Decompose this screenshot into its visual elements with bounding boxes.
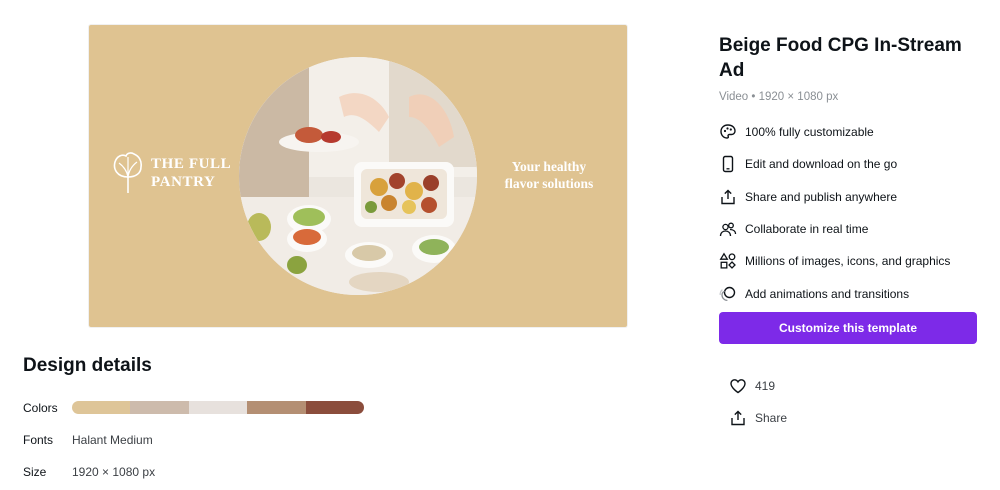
shapes-icon <box>719 252 737 270</box>
people-icon <box>719 220 737 238</box>
heart-icon <box>730 379 746 394</box>
food-photo <box>239 57 477 295</box>
share-button[interactable]: Share <box>729 409 787 427</box>
preview-logo-text: THE FULL PANTRY <box>151 156 231 190</box>
feature-item: Millions of images, icons, and graphics <box>719 245 989 277</box>
palette-icon <box>719 123 737 141</box>
feature-label: Edit and download on the go <box>745 157 898 172</box>
share-label: Share <box>755 411 788 425</box>
preview-tagline: Your healthy flavor solutions <box>504 159 594 191</box>
feature-label: Share and publish anywhere <box>745 189 898 204</box>
like-button[interactable]: 419 <box>729 377 775 395</box>
palette-swatch-3[interactable] <box>188 401 248 414</box>
design-details-title: Design details <box>23 355 152 376</box>
feature-item: Edit and download on the go <box>719 148 989 180</box>
feature-label: Millions of images, icons, and graphics <box>745 254 951 269</box>
animation-icon <box>719 285 737 303</box>
share-icon <box>731 410 745 426</box>
fonts-value: Halant Medium <box>72 433 153 447</box>
size-label: Size <box>23 465 47 479</box>
palette-swatch-1[interactable] <box>72 401 131 414</box>
phone-icon <box>719 155 737 173</box>
feature-item: Share and publish anywhere <box>719 181 989 213</box>
customize-template-button[interactable]: Customize this template <box>719 312 977 344</box>
like-count: 419 <box>755 379 776 393</box>
feature-label: Add animations and transitions <box>745 286 910 301</box>
feature-list: 100% fully customizable Edit and downloa… <box>719 116 989 310</box>
color-palette <box>72 401 364 414</box>
palette-swatch-5[interactable] <box>305 401 364 414</box>
share-icon <box>719 188 737 206</box>
template-meta: Video • 1920 × 1080 px <box>719 91 839 103</box>
size-value: 1920 × 1080 px <box>72 465 156 479</box>
fonts-label: Fonts <box>23 433 54 447</box>
colors-label: Colors <box>23 401 58 415</box>
palette-swatch-4[interactable] <box>247 401 306 414</box>
palette-swatch-2[interactable] <box>130 401 189 414</box>
feature-label: 100% fully customizable <box>745 125 874 140</box>
template-preview[interactable]: THE FULL PANTRY Your healthy flavor solu… <box>89 25 627 327</box>
feature-item: 100% fully customizable <box>719 116 989 148</box>
leaf-logo-icon <box>113 152 142 193</box>
feature-label: Collaborate in real time <box>745 222 869 237</box>
food-photo-illustration <box>239 57 477 295</box>
feature-item: Collaborate in real time <box>719 213 989 245</box>
preview-logo: THE FULL PANTRY <box>111 151 241 195</box>
feature-item: Add animations and transitions <box>719 277 989 309</box>
template-title: Beige Food CPG In-Stream Ad <box>719 35 962 81</box>
